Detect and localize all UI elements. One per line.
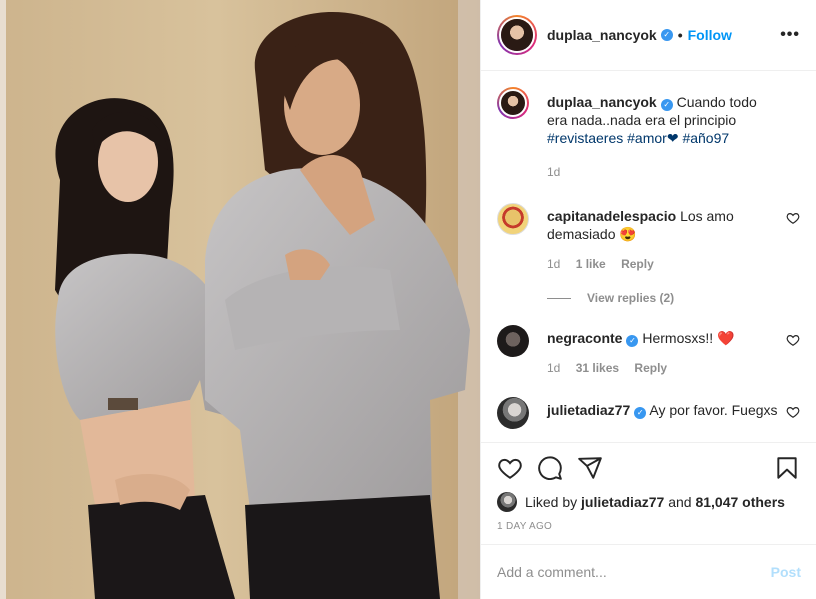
bookmark-icon[interactable] — [774, 455, 800, 481]
comment-likes[interactable]: 1 like — [576, 257, 606, 271]
caption-hashtags[interactable]: #revistaeres #amor❤ #año97 — [547, 130, 729, 146]
post-photo[interactable] — [0, 0, 480, 599]
comment-item: capitanadelespacio Los amo demasiado 😍 1… — [497, 203, 800, 273]
comments-list[interactable]: duplaa_nancyok ✓ Cuando todo era nada..na… — [481, 71, 816, 443]
post-comment-button[interactable]: Post — [771, 564, 801, 580]
verified-icon: ✓ — [626, 335, 639, 347]
share-icon[interactable] — [577, 455, 603, 481]
view-replies-button[interactable]: View replies (2) — [547, 291, 800, 305]
author-username[interactable]: duplaa_nancyok — [547, 27, 657, 43]
caption-time[interactable]: 1d — [547, 165, 560, 179]
comment-text: Ay por favor. Fuegxs — [649, 402, 778, 418]
comment-heart-icon[interactable] — [786, 405, 800, 419]
separator-dot: • — [677, 27, 683, 43]
liker-username[interactable]: julietadiaz77 — [581, 494, 664, 510]
heart-icon[interactable] — [497, 455, 523, 481]
follow-button[interactable]: Follow — [688, 27, 732, 43]
caption-author[interactable]: duplaa_nancyok — [547, 94, 657, 110]
comment-author[interactable]: julietadiaz77 — [547, 402, 630, 418]
comment-heart-icon[interactable] — [786, 211, 800, 225]
author-avatar[interactable] — [497, 15, 537, 55]
reply-button[interactable]: Reply — [634, 361, 667, 375]
likes-prefix: Liked by — [525, 494, 578, 510]
action-bar — [481, 443, 816, 493]
post-image — [0, 0, 480, 599]
verified-icon: ✓ — [660, 99, 673, 111]
comment-icon[interactable] — [537, 455, 563, 481]
view-replies-label[interactable]: View replies (2) — [587, 291, 674, 305]
post-sidebar: duplaa_nancyok ✓ • Follow ••• duplaa_nan… — [480, 0, 816, 599]
comment-author[interactable]: negraconte — [547, 330, 622, 346]
post-header: duplaa_nancyok ✓ • Follow ••• — [481, 0, 816, 71]
comment-heart-icon[interactable] — [786, 333, 800, 347]
caption-avatar[interactable] — [497, 87, 529, 119]
comment-text: Hermosxs!! ❤️ — [642, 330, 735, 346]
comment-input[interactable]: Add a comment... — [497, 564, 771, 580]
commenter-avatar[interactable] — [497, 325, 529, 357]
comment-box: Add a comment... Post — [481, 544, 816, 599]
caption: duplaa_nancyok ✓ Cuando todo era nada..na… — [497, 87, 800, 181]
likes-and: and — [668, 494, 692, 510]
verified-icon: ✓ — [660, 29, 673, 41]
replies-divider — [547, 297, 571, 299]
comment-author[interactable]: capitanadelespacio — [547, 208, 676, 224]
commenter-avatar[interactable] — [497, 397, 529, 429]
commenter-avatar[interactable] — [497, 203, 529, 235]
likes-count[interactable]: 81,047 others — [695, 494, 785, 510]
post-date[interactable]: 1 DAY AGO — [481, 521, 816, 535]
reply-button[interactable]: Reply — [621, 257, 654, 271]
likes-summary: Liked by julietadiaz77 and 81,047 others — [481, 492, 816, 512]
comment-likes[interactable]: 31 likes — [576, 361, 619, 375]
comment-item: julietadiaz77 ✓ Ay por favor. Fuegxs — [497, 397, 800, 429]
more-options-icon[interactable]: ••• — [780, 26, 800, 44]
comment-item: negraconte ✓ Hermosxs!! ❤️ 1d 31 likes Re… — [497, 325, 800, 377]
verified-icon: ✓ — [634, 407, 647, 419]
comment-time[interactable]: 1d — [547, 257, 560, 271]
comment-time[interactable]: 1d — [547, 361, 560, 375]
liker-avatar[interactable] — [497, 492, 517, 512]
